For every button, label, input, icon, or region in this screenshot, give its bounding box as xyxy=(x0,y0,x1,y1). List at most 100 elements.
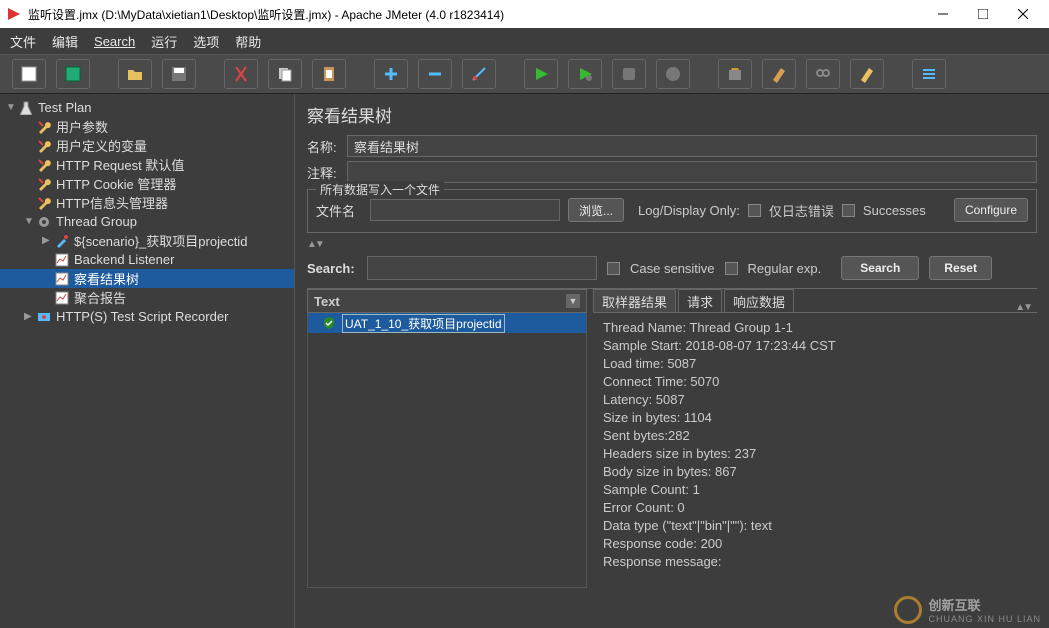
tree-label: 用户参数 xyxy=(56,117,108,136)
menu-run[interactable]: 运行 xyxy=(151,32,177,51)
logo-brand: 创新互联 xyxy=(928,595,1041,614)
test-plan-tree[interactable]: ▼Test Plan用户参数用户定义的变量HTTP Request 默认值HTT… xyxy=(0,94,295,628)
collapse-button[interactable] xyxy=(418,59,452,89)
search-label: Search: xyxy=(307,261,357,276)
case-sensitive-label: Case sensitive xyxy=(630,261,715,276)
templates-button[interactable] xyxy=(56,59,90,89)
tree-node[interactable]: ▶${scenario}_获取项目projectid xyxy=(0,231,294,250)
pipette-icon xyxy=(54,233,70,249)
wrench-icon xyxy=(36,119,52,135)
panel-title: 察看结果树 xyxy=(307,102,1037,127)
copy-button[interactable] xyxy=(268,59,302,89)
watermark-logo: 创新互联 CHUANG XIN HU LIAN xyxy=(894,595,1041,624)
sample-item[interactable]: UAT_1_10_获取项目projectid xyxy=(308,313,586,333)
detail-line: Connect Time: 5070 xyxy=(603,373,1033,391)
menu-help[interactable]: 帮助 xyxy=(235,32,261,51)
tree-node[interactable]: HTTP Request 默认值 xyxy=(0,155,294,174)
cut-button[interactable] xyxy=(224,59,258,89)
search-button[interactable]: Search xyxy=(841,256,919,280)
detail-line: Response message: xyxy=(603,553,1033,571)
tree-label: 用户定义的变量 xyxy=(56,136,147,155)
sample-label: UAT_1_10_获取项目projectid xyxy=(342,314,505,333)
logdisplay-label: Log/Display Only: xyxy=(638,203,740,218)
toggle-button[interactable] xyxy=(462,59,496,89)
save-button[interactable] xyxy=(162,59,196,89)
function-helper-button[interactable] xyxy=(912,59,946,89)
tree-node[interactable]: 用户参数 xyxy=(0,117,294,136)
regular-exp-checkbox[interactable] xyxy=(725,262,738,275)
shutdown-button[interactable] xyxy=(656,59,690,89)
name-input[interactable] xyxy=(347,135,1037,157)
menu-options[interactable]: 选项 xyxy=(193,32,219,51)
name-label: 名称: xyxy=(307,137,347,156)
tab-sampler-result[interactable]: 取样器结果 xyxy=(593,289,676,312)
tree-node[interactable]: HTTP Cookie 管理器 xyxy=(0,174,294,193)
maximize-button[interactable] xyxy=(963,0,1003,28)
jmeter-icon xyxy=(6,6,22,22)
detail-line: Size in bytes: 1104 xyxy=(603,409,1033,427)
clear-all-button[interactable] xyxy=(762,59,796,89)
chart-icon xyxy=(54,252,70,268)
tree-arrow-icon: ▶ xyxy=(24,311,36,322)
detail-line: Response code: 200 xyxy=(603,535,1033,553)
detail-line: Load time: 5087 xyxy=(603,355,1033,373)
collapse-indicator-icon[interactable]: ▲▼ xyxy=(307,239,1037,250)
paste-button[interactable] xyxy=(312,59,346,89)
start-no-timers-button[interactable] xyxy=(568,59,602,89)
tree-label: 聚合报告 xyxy=(74,288,126,307)
tree-label: HTTP Request 默认值 xyxy=(56,155,184,174)
tree-node[interactable]: ▼Thread Group xyxy=(0,212,294,231)
reset-button[interactable]: Reset xyxy=(929,256,992,280)
sampler-details[interactable]: Thread Name: Thread Group 1-1Sample Star… xyxy=(593,313,1037,588)
close-button[interactable] xyxy=(1003,0,1043,28)
tree-arrow-icon: ▼ xyxy=(24,216,36,227)
menu-edit[interactable]: 编辑 xyxy=(52,32,78,51)
open-button[interactable] xyxy=(118,59,152,89)
tree-node[interactable]: ▼Test Plan xyxy=(0,98,294,117)
search-tree-button[interactable] xyxy=(806,59,840,89)
tree-node[interactable]: HTTP信息头管理器 xyxy=(0,193,294,212)
tree-node[interactable]: 聚合报告 xyxy=(0,288,294,307)
start-button[interactable] xyxy=(524,59,558,89)
logo-sub: CHUANG XIN HU LIAN xyxy=(928,614,1041,624)
stop-button[interactable] xyxy=(612,59,646,89)
filename-input[interactable] xyxy=(370,199,560,221)
gear-icon xyxy=(36,214,52,230)
render-type-value: Text xyxy=(314,294,340,309)
tree-arrow-icon: ▶ xyxy=(42,235,54,246)
render-type-dropdown[interactable]: Text ▼ xyxy=(307,289,587,313)
comment-input[interactable] xyxy=(347,161,1037,183)
samples-list[interactable]: UAT_1_10_获取项目projectid xyxy=(307,313,587,588)
minimize-button[interactable] xyxy=(923,0,963,28)
detail-line: Sample Start: 2018-08-07 17:23:44 CST xyxy=(603,337,1033,355)
tree-label: HTTP信息头管理器 xyxy=(56,193,168,212)
details-panel: 察看结果树 名称: 注释: 所有数据写入一个文件 文件名 浏览... Log/D… xyxy=(295,94,1049,628)
collapse-indicator-right-icon[interactable]: ▲▼ xyxy=(1015,302,1031,313)
successes-checkbox[interactable] xyxy=(842,204,855,217)
menu-file[interactable]: 文件 xyxy=(10,32,36,51)
tree-label: HTTP Cookie 管理器 xyxy=(56,174,176,193)
chart-icon xyxy=(54,271,70,287)
detail-line: Headers size in bytes: 237 xyxy=(603,445,1033,463)
tab-request[interactable]: 请求 xyxy=(678,289,722,312)
case-sensitive-checkbox[interactable] xyxy=(607,262,620,275)
expand-button[interactable] xyxy=(374,59,408,89)
dropdown-arrow-icon: ▼ xyxy=(566,294,580,308)
tree-node[interactable]: Backend Listener xyxy=(0,250,294,269)
tree-arrow-icon: ▼ xyxy=(6,102,18,113)
configure-button[interactable]: Configure xyxy=(954,198,1028,222)
tab-response-data[interactable]: 响应数据 xyxy=(724,289,794,312)
tree-label: Backend Listener xyxy=(74,252,174,267)
errors-only-checkbox[interactable] xyxy=(748,204,761,217)
filename-label: 文件名 xyxy=(316,201,362,220)
tree-node[interactable]: 察看结果树 xyxy=(0,269,294,288)
detail-line: Error Count: 0 xyxy=(603,499,1033,517)
search-input[interactable] xyxy=(367,256,597,280)
browse-button[interactable]: 浏览... xyxy=(568,198,624,222)
tree-node[interactable]: 用户定义的变量 xyxy=(0,136,294,155)
new-button[interactable] xyxy=(12,59,46,89)
reset-search-button[interactable] xyxy=(850,59,884,89)
tree-node[interactable]: ▶HTTP(S) Test Script Recorder xyxy=(0,307,294,326)
clear-button[interactable] xyxy=(718,59,752,89)
menu-search[interactable]: Search xyxy=(94,34,135,49)
